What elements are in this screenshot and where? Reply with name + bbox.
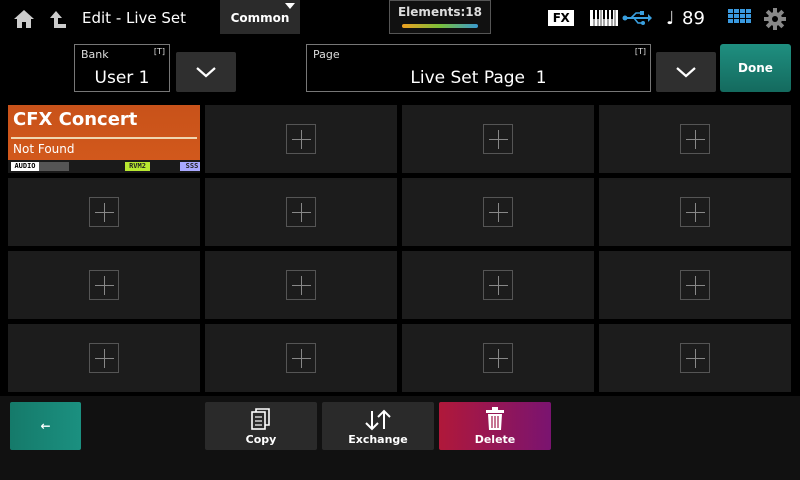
copy-icon [251, 408, 270, 430]
bank-label: Bank [81, 48, 109, 61]
add-icon [483, 270, 513, 300]
tempo-note-icon: ♩ [666, 8, 675, 29]
up-arrow-icon[interactable] [46, 5, 70, 33]
page-label: Page [313, 48, 340, 61]
home-icon[interactable] [10, 5, 38, 33]
add-icon [680, 197, 710, 227]
add-icon [680, 343, 710, 373]
add-icon [680, 124, 710, 154]
common-tab[interactable]: Common [220, 0, 300, 34]
exchange-icon [365, 409, 391, 431]
live-set-slot-empty[interactable] [599, 105, 791, 173]
chevron-down-icon [196, 67, 216, 78]
elements-indicator[interactable]: Elements:18 [389, 0, 491, 34]
page-dropdown-button[interactable] [656, 52, 716, 92]
add-icon [89, 197, 119, 227]
back-arrow-icon: ← [40, 419, 51, 433]
elements-meter [402, 24, 478, 28]
keyboard-icon [590, 10, 618, 30]
live-set-slot-empty[interactable] [205, 178, 397, 246]
add-icon [286, 124, 316, 154]
add-icon [89, 343, 119, 373]
live-set-slot-empty[interactable] [8, 178, 200, 246]
sss-tag: SSS [180, 162, 200, 171]
trash-icon [486, 407, 504, 430]
screen-title: Edit - Live Set [82, 9, 187, 27]
live-set-slot-filled[interactable]: CFX Concert Not Found AUDIO RVM2 SSS [8, 105, 200, 173]
copy-label: Copy [245, 433, 277, 446]
audio-level-bar [39, 162, 69, 171]
bank-value: User 1 [94, 68, 150, 88]
page-selector[interactable]: Page [T] Live Set Page 1 [306, 44, 651, 92]
live-set-slot-empty[interactable] [599, 251, 791, 319]
copy-button[interactable]: Copy [205, 402, 317, 450]
live-set-slot-empty[interactable] [205, 251, 397, 319]
add-icon [483, 124, 513, 154]
live-set-slot-empty[interactable] [402, 178, 594, 246]
common-tab-label: Common [230, 11, 290, 25]
add-icon [483, 197, 513, 227]
audio-tag: AUDIO [11, 162, 39, 171]
dropdown-triangle-icon [285, 3, 295, 9]
live-set-slot-empty[interactable] [8, 251, 200, 319]
bank-selector[interactable]: Bank [T] User 1 [74, 44, 170, 92]
live-set-slot-grid: CFX Concert Not Found AUDIO RVM2 SSS [0, 100, 800, 396]
slot-performance-name: CFX Concert [13, 109, 138, 130]
exchange-button[interactable]: Exchange [322, 402, 434, 450]
live-set-slot-empty[interactable] [599, 178, 791, 246]
slot-status: Not Found [13, 142, 75, 156]
fx-badge[interactable]: FX [548, 10, 574, 26]
live-set-slot-empty[interactable] [599, 324, 791, 392]
bank-dropdown-button[interactable] [176, 52, 236, 92]
add-icon [680, 270, 710, 300]
exchange-label: Exchange [348, 433, 408, 446]
top-bar: Edit - Live Set Common Elements:18 FX ♩ … [0, 0, 800, 38]
live-set-slot-empty[interactable] [205, 105, 397, 173]
page-value: Live Set Page 1 [410, 68, 547, 88]
add-icon [286, 343, 316, 373]
rvm-tag: RVM2 [125, 162, 150, 171]
add-icon [286, 270, 316, 300]
bank-tag: [T] [153, 47, 165, 56]
elements-label: Elements:18 [397, 5, 482, 19]
back-button[interactable]: ← [10, 402, 81, 450]
gear-icon[interactable] [764, 8, 786, 34]
add-icon [286, 197, 316, 227]
tempo-value[interactable]: 89 [682, 8, 705, 29]
usb-icon [622, 10, 652, 30]
live-set-slot-empty[interactable] [8, 324, 200, 392]
slot-divider [11, 137, 197, 139]
page-tag: [T] [634, 47, 646, 56]
chevron-down-icon [676, 67, 696, 78]
done-button[interactable]: Done [720, 44, 791, 92]
live-set-slot-empty[interactable] [205, 324, 397, 392]
live-set-slot-empty[interactable] [402, 105, 594, 173]
live-set-slot-empty[interactable] [402, 324, 594, 392]
delete-button[interactable]: Delete [439, 402, 551, 450]
add-icon [483, 343, 513, 373]
delete-label: Delete [474, 433, 516, 446]
slot-tag-strip: AUDIO RVM2 SSS [8, 160, 200, 173]
grid-icon[interactable] [728, 9, 752, 31]
bottom-bar: ← Copy Exchange Delete [0, 396, 800, 480]
live-set-slot-empty[interactable] [402, 251, 594, 319]
add-icon [89, 270, 119, 300]
